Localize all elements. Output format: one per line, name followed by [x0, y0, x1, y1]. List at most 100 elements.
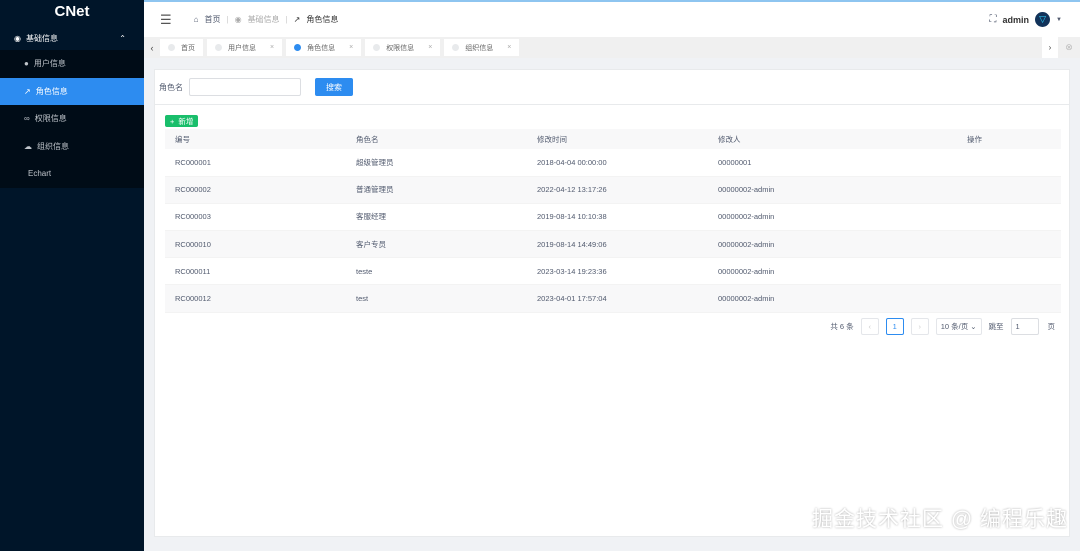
sidebar-item-permissions[interactable]: ∞ 权限信息 — [0, 105, 144, 133]
role-name-input[interactable] — [189, 78, 301, 96]
table-cell — [957, 176, 1061, 204]
table-cell: RC000002 — [165, 176, 346, 204]
breadcrumb-home[interactable]: 首页 — [205, 14, 221, 25]
home-icon: ⌂ — [193, 15, 199, 24]
table-cell: 00000001 — [708, 149, 957, 177]
top-header: ☰ ⌂ 首页 | ◉ 基础信息 | ↗ 角色信息 ⛶ admin ▽ ▼ — [144, 0, 1080, 37]
tab-users[interactable]: 用户信息 × — [207, 39, 283, 56]
tab-permissions[interactable]: 权限信息 × — [365, 39, 441, 56]
label: 组织信息 — [37, 141, 69, 151]
add-button[interactable]: + 新增 — [165, 115, 199, 127]
table-cell: RC000011 — [165, 257, 346, 286]
table-cell: 客户专员 — [346, 230, 527, 259]
table-cell — [957, 203, 1061, 232]
page-size-select[interactable]: 10 条/页 ⌄ — [935, 318, 982, 335]
label: 角色信息 — [35, 86, 68, 96]
table-cell: test — [346, 284, 527, 313]
table-cell: 00000002-admin — [708, 284, 957, 313]
table-row: RC000003 客服经理 2019-08-14 10:10:38 00000002-… — [165, 203, 1061, 232]
table-cell: RC000001 — [165, 149, 346, 177]
table-cell: 客服经理 — [346, 203, 527, 232]
table-row: RC000002 普通管理员 2022-04-12 13:17:26 00000002… — [165, 176, 1061, 204]
col-header: 操作 — [957, 129, 1061, 149]
table-cell — [957, 284, 1061, 313]
sidebar-item-org[interactable]: ☁ 组织信息 — [0, 133, 144, 161]
plus-icon: + — [170, 116, 175, 126]
table-cell: RC000003 — [165, 203, 346, 232]
tabs-next-icon[interactable]: › — [1042, 37, 1058, 58]
table-row: RC000011 teste 2023-03-14 19:23:36 00000002… — [165, 257, 1061, 286]
app-logo: CNet — [54, 3, 90, 20]
table-cell: 2018-04-04 00:00:00 — [527, 149, 708, 177]
prev-page-button[interactable]: ‹ — [860, 318, 879, 335]
table-cell: 普通管理员 — [346, 176, 527, 204]
jump-input[interactable]: 1 — [1010, 318, 1039, 335]
tab-label: 组织信息 — [465, 44, 494, 52]
caret-down-icon[interactable]: ▼ — [1056, 17, 1062, 23]
table-cell: 2023-04-01 17:57:04 — [527, 284, 708, 313]
label: 用户信息 — [33, 59, 66, 69]
watermark: 掘金技术社区 @ 编程乐趣 — [812, 508, 1068, 531]
search-button[interactable]: 搜索 — [315, 78, 353, 96]
table-cell: 00000002-admin — [708, 257, 957, 286]
table-cell: 00000002-admin — [708, 230, 957, 259]
sidebar: CNet ◉ 基础信息 ⌃ ● 用户信息 ↗ 角色信息 ∞ 权限信息 ☁ 组织信息 Ec… — [0, 0, 144, 551]
trend-icon: ↗ — [24, 86, 31, 96]
table-row: RC000012 test 2023-04-01 17:57:04 00000002-… — [165, 284, 1061, 313]
breadcrumb-basic: 基础信息 — [247, 15, 280, 24]
col-header: 修改人 — [708, 129, 957, 149]
search-label: 角色名 — [159, 82, 183, 92]
menu-label: 基础信息 — [25, 33, 58, 43]
table-cell: 2019-08-14 10:10:38 — [527, 203, 708, 232]
col-header: 编号 — [165, 129, 346, 149]
menu-basic-info[interactable]: ◉ 基础信息 ⌃ — [0, 26, 144, 50]
pagination: 共 6 条 ‹ 1 › 10 条/页 ⌄ 跳至 1 页 — [830, 318, 1055, 335]
table-cell: 超级管理员 — [346, 149, 527, 177]
table-row: RC000001 超级管理员 2018-04-04 00:00:00 00000001 — [165, 149, 1061, 177]
chevron-down-icon: ⌄ — [970, 322, 977, 331]
sidebar-item-users[interactable]: ● 用户信息 — [0, 50, 144, 78]
tab-label: 用户信息 — [228, 44, 256, 52]
database-icon: ◉ — [234, 15, 242, 24]
tab-label: 角色信息 — [307, 44, 336, 52]
next-page-button[interactable]: › — [910, 318, 929, 335]
table-cell — [957, 230, 1061, 259]
sidebar-item-roles[interactable]: ↗ 角色信息 — [0, 77, 144, 105]
chevron-up-icon: ⌃ — [119, 33, 126, 43]
avatar[interactable]: ▽ — [1035, 12, 1051, 27]
sidebar-item-echart[interactable]: Echart — [0, 160, 144, 188]
content-card: 角色名 搜索 + 新增 编号 角色名 修改时间 修改人 操作 RC000001 超级… — [154, 69, 1070, 537]
database-icon: ◉ — [14, 33, 21, 43]
table-cell: 2023-03-14 19:23:36 — [527, 257, 708, 286]
tab-home[interactable]: 首页 — [160, 39, 203, 56]
col-header: 角色名 — [346, 129, 527, 149]
breadcrumb: ⌂ 首页 | ◉ 基础信息 | ↗ 角色信息 — [193, 14, 339, 25]
username[interactable]: admin — [1003, 15, 1030, 25]
add-label: 新增 — [178, 116, 194, 126]
close-all-icon[interactable]: ⊗ — [1058, 42, 1080, 53]
label: Echart — [28, 169, 52, 179]
close-icon[interactable]: × — [507, 44, 511, 51]
fullscreen-icon[interactable]: ⛶ — [990, 14, 997, 25]
page-size-value: 10 条/页 — [940, 322, 969, 331]
menu-toggle-icon[interactable]: ☰ — [160, 12, 172, 28]
close-icon[interactable]: × — [270, 44, 274, 51]
col-header: 修改时间 — [527, 129, 708, 149]
tabs-bar: ‹ 首页 用户信息 × 角色信息 × 权限信息 × 组织信息 × › ⊗ — [144, 37, 1080, 58]
table-cell: 00000002-admin — [708, 176, 957, 204]
tabs-prev-icon[interactable]: ‹ — [144, 43, 160, 53]
table-cell: teste — [346, 257, 527, 286]
table-cell — [957, 149, 1061, 177]
table-cell: RC000010 — [165, 230, 346, 259]
breadcrumb-current: 角色信息 — [306, 15, 339, 24]
page-1-button[interactable]: 1 — [885, 318, 904, 335]
table-cell — [957, 257, 1061, 286]
tab-label: 权限信息 — [386, 44, 415, 52]
tab-org[interactable]: 组织信息 × — [444, 39, 520, 56]
tab-roles[interactable]: 角色信息 × — [286, 39, 362, 56]
close-icon[interactable]: × — [428, 44, 432, 51]
page-suffix: 页 — [1047, 322, 1056, 331]
close-icon[interactable]: × — [349, 44, 353, 51]
table-cell: 2019-08-14 14:49:06 — [527, 230, 708, 259]
tab-label: 首页 — [181, 44, 195, 52]
